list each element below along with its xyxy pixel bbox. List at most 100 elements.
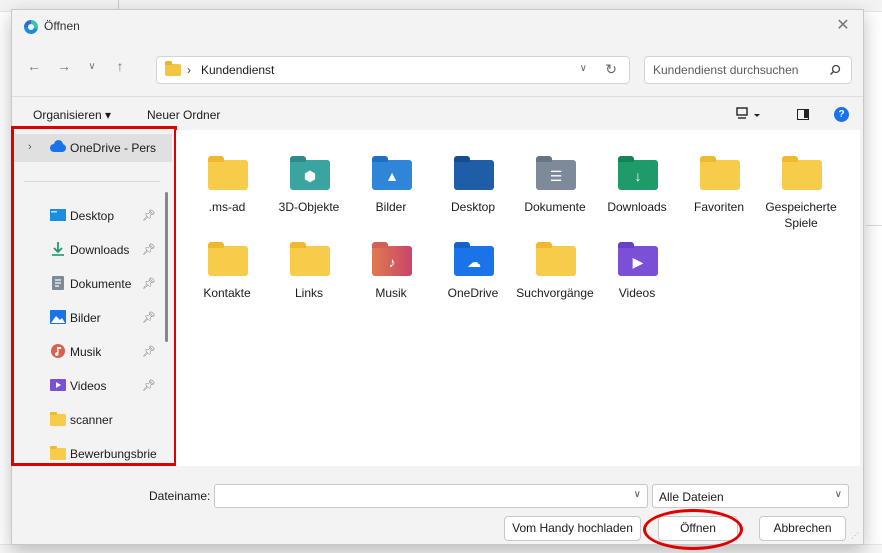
organize-menu[interactable]: Organisieren ▾ <box>33 108 111 122</box>
downloads-folder-icon: ↓ <box>618 156 658 190</box>
folder-icon <box>50 412 66 426</box>
breadcrumb-current[interactable]: Kundendienst <box>201 63 274 77</box>
pin-icon: 📌︎ <box>142 278 156 290</box>
filetype-value: Alle Dateien <box>659 490 724 504</box>
folder-icon <box>208 242 248 276</box>
back-arrow-icon[interactable]: ← <box>24 58 44 74</box>
folder-icon <box>290 242 330 276</box>
refresh-icon[interactable]: ↻ <box>605 61 617 78</box>
edge-logo-icon <box>24 20 38 34</box>
cancel-button[interactable]: Abbrechen <box>759 516 846 541</box>
chevron-down-icon[interactable]: ∨ <box>835 489 842 500</box>
file-item-onedrive[interactable]: ☁ OneDrive <box>432 234 514 334</box>
file-item-label: 3D-Objekte <box>278 200 340 214</box>
search-box[interactable]: Kundendienst durchsuchen <box>644 56 852 84</box>
search-icon[interactable] <box>829 64 841 76</box>
new-folder-button[interactable]: Neuer Ordner <box>147 108 220 122</box>
file-item-3d-objekte[interactable]: ⬢ 3D-Objekte <box>268 148 350 248</box>
filename-input[interactable]: ∨ <box>214 484 648 508</box>
music-folder-icon: ♪ <box>372 242 412 276</box>
expand-chevron-icon[interactable]: › <box>28 141 32 153</box>
file-item-kontakte[interactable]: Kontakte <box>186 234 268 334</box>
pictures-folder-icon: ▲ <box>372 156 412 190</box>
breadcrumb-separator: › <box>187 63 191 77</box>
address-row: ← → ∨ ↑ › Kundendienst ∨ ↻ Kundendienst … <box>12 48 863 88</box>
file-item-musik[interactable]: ♪ Musik <box>350 234 432 334</box>
nav-item-label: Dokumente <box>70 277 132 291</box>
nav-item-label: Downloads <box>70 243 130 257</box>
nav-item-label: Videos <box>70 379 107 393</box>
file-item-label: Dokumente <box>524 200 586 214</box>
resize-grip-icon[interactable]: ⋰ <box>851 531 859 540</box>
desktop-icon <box>50 209 66 221</box>
address-bar[interactable]: › Kundendienst ∨ ↻ <box>156 56 630 84</box>
divider <box>12 96 863 97</box>
help-icon[interactable]: ? <box>834 107 849 122</box>
address-dropdown-icon[interactable]: ∨ <box>580 63 587 74</box>
nav-item-videos[interactable]: Videos 📌︎ <box>12 372 172 400</box>
open-button[interactable]: Öffnen <box>658 516 738 541</box>
nav-divider <box>24 181 160 182</box>
file-item-label: Videos <box>618 286 656 300</box>
dialog-footer: Dateiname: ∨ Alle Dateien ∨ Vom Handy ho… <box>12 468 863 550</box>
file-item-ms-ad[interactable]: .ms-ad <box>186 148 268 248</box>
file-item-bilder[interactable]: ▲ Bilder <box>350 148 432 248</box>
folder-icon <box>782 156 822 190</box>
filetype-select[interactable]: Alle Dateien ∨ <box>652 484 849 508</box>
music-icon <box>51 344 65 358</box>
background-divider <box>866 225 882 226</box>
file-item-links[interactable]: Links <box>268 234 350 334</box>
file-item-downloads[interactable]: ↓ Downloads <box>596 148 678 248</box>
file-item-label: Favoriten <box>693 200 745 214</box>
folder-icon <box>536 242 576 276</box>
file-item-suchvorgaenge[interactable]: Suchvorgänge <box>514 234 596 334</box>
recent-locations-chevron-icon[interactable]: ∨ <box>82 61 102 72</box>
pin-icon: 📌︎ <box>142 210 156 222</box>
file-item-favoriten[interactable]: Favoriten <box>678 148 760 248</box>
nav-item-pictures[interactable]: Bilder 📌︎ <box>12 304 172 332</box>
upload-from-phone-button[interactable]: Vom Handy hochladen <box>504 516 641 541</box>
nav-item-label: Bilder <box>70 311 101 325</box>
file-item-videos[interactable]: ▶ Videos <box>596 234 678 334</box>
videos-folder-icon: ▶ <box>618 242 658 276</box>
file-item-label: Desktop <box>450 200 496 214</box>
file-item-label: .ms-ad <box>208 200 246 214</box>
nav-item-bewerbungsbriefe[interactable]: Bewerbungsbrie <box>12 440 172 468</box>
nav-scrollbar[interactable] <box>165 192 168 342</box>
chevron-down-icon[interactable]: ∨ <box>634 489 641 500</box>
onedrive-cloud-icon <box>50 140 66 152</box>
change-view-icon[interactable] <box>735 106 763 124</box>
nav-item-label: OneDrive - Pers <box>70 141 157 155</box>
nav-item-label: Musik <box>70 345 102 359</box>
nav-item-desktop[interactable]: Desktop 📌︎ <box>12 202 172 230</box>
pin-icon: 📌︎ <box>142 380 156 392</box>
filename-label: Dateiname: <box>149 489 211 503</box>
nav-item-documents[interactable]: Dokumente 📌︎ <box>12 270 172 298</box>
command-bar: Organisieren ▾ Neuer Ordner ? <box>12 106 863 128</box>
nav-item-downloads[interactable]: Downloads 📌︎ <box>12 236 172 264</box>
close-button[interactable]: ✕ <box>833 16 853 36</box>
up-arrow-icon[interactable]: ↑ <box>110 58 130 74</box>
file-item-gespeicherte-spiele[interactable]: Gespeicherte Spiele <box>760 148 842 248</box>
nav-item-onedrive[interactable]: › OneDrive - Pers <box>12 134 172 162</box>
file-item-label: Gespeicherte Spiele <box>765 200 837 230</box>
forward-arrow-icon[interactable]: → <box>54 58 74 74</box>
nav-item-scanner[interactable]: scanner <box>12 406 172 434</box>
file-item-label: Kontakte <box>203 286 251 300</box>
folder-icon <box>208 156 248 190</box>
file-item-label: Musik <box>375 286 407 300</box>
documents-folder-icon: ☰ <box>536 156 576 190</box>
search-placeholder[interactable]: Kundendienst durchsuchen <box>653 63 798 77</box>
file-item-dokumente[interactable]: ☰ Dokumente <box>514 148 596 248</box>
file-item-label: Suchvorgänge <box>516 286 594 300</box>
file-item-desktop[interactable]: Desktop <box>432 148 514 248</box>
nav-item-label: Desktop <box>70 209 115 223</box>
nav-item-music[interactable]: Musik 📌︎ <box>12 338 172 366</box>
document-icon <box>52 276 64 290</box>
3d-objects-icon: ⬢ <box>290 156 330 190</box>
navigation-pane: › OneDrive - Pers Desktop 📌︎ Downloads 📌… <box>12 132 175 466</box>
nav-item-label: Bewerbungsbrie <box>70 447 157 461</box>
nav-item-label: scanner <box>70 413 113 427</box>
preview-pane-icon[interactable] <box>797 109 809 120</box>
folder-icon <box>165 61 181 76</box>
